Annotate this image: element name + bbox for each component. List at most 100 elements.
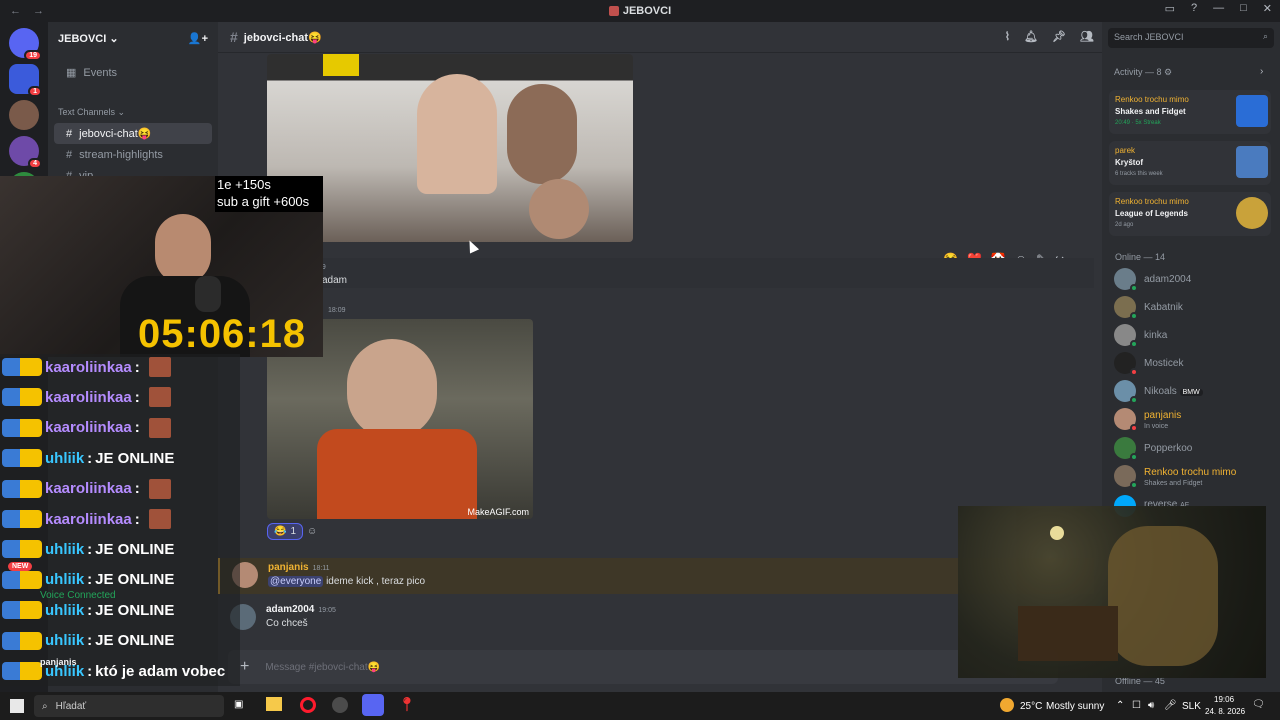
game-thumbnail <box>1236 197 1268 229</box>
channel-stream-highlights[interactable]: # stream-highlights <box>54 145 212 165</box>
mic-icon[interactable]: 🎤︎ <box>1164 700 1177 711</box>
volume-icon[interactable]: 🔊︎ <box>1148 700 1154 711</box>
bell-icon[interactable]: 🔔︎ <box>1024 30 1038 43</box>
activity-name: Shakes and Fidget <box>1115 107 1186 116</box>
close-button[interactable]: ✕ <box>1263 2 1272 15</box>
reaction-chip[interactable]: 😂 1 <box>267 523 304 540</box>
mention-everyone[interactable]: @everyone <box>268 576 324 587</box>
user-panel-name: panjanis <box>40 657 77 667</box>
plus-icon[interactable]: + <box>240 658 249 676</box>
taskbar-search[interactable]: ⌕ Hľadať <box>34 695 224 717</box>
microphone-icon <box>195 276 221 312</box>
pin-icon[interactable]: 📌︎ <box>1052 30 1066 43</box>
clock-date[interactable]: 24. 8. 2026 <box>1205 707 1245 716</box>
chat-username: kaaroliinkaa <box>45 510 132 528</box>
category-text-channels[interactable]: Text Channels ⌄ <box>48 93 218 122</box>
chat-emote-icon <box>148 387 171 408</box>
member-item[interactable]: adam2004 <box>1114 268 1274 292</box>
events-item[interactable]: ▦ Events <box>54 62 212 83</box>
inbox-icon[interactable]: ▭ <box>1165 2 1175 15</box>
badge: 1 <box>28 86 42 97</box>
help-icon[interactable]: ? <box>1191 2 1197 15</box>
search-input[interactable]: Search JEBOVCI ⌕ <box>1108 28 1274 48</box>
chat-separator: : <box>87 449 93 467</box>
message-composer[interactable]: + Message #jebovci-chat😝 <box>228 650 1058 684</box>
taskbar: ⌕ Hľadať ▣ 📍︎ 25°C Mostly sunny ⌃ ☐ 🔊︎ 🎤… <box>0 692 1280 720</box>
message-input[interactable]: Message #jebovci-chat😝 <box>265 662 380 673</box>
member-tag: BMW <box>1179 389 1203 396</box>
hash-icon: # <box>66 149 73 161</box>
house-figure <box>1018 606 1118 661</box>
message-text: Co chceš <box>266 618 308 629</box>
members-icon[interactable]: 👥︎ <box>1080 30 1094 43</box>
timestamp: 18:09 <box>328 307 346 314</box>
chat-separator: : <box>134 510 140 528</box>
activity-card[interactable]: Renkoo trochu mimo Shakes and Fidget 20:… <box>1109 90 1271 134</box>
stream-chat-line: uhliik: JE ONLINE <box>0 628 174 654</box>
voice-connected-label: Voice Connected <box>40 590 116 601</box>
language-indicator[interactable]: SLK <box>1182 701 1201 712</box>
chat-username: uhliik <box>45 632 85 650</box>
activity-card[interactable]: Renkoo trochu mimo League of Legends 2d … <box>1109 192 1271 236</box>
message-author[interactable]: panjanis 18:11 <box>268 562 330 573</box>
chat-badges-icon <box>2 388 42 407</box>
chat-emote-icon <box>148 357 171 377</box>
server-logo-icon <box>608 6 619 17</box>
clock-time[interactable]: 19:06 <box>1214 695 1234 704</box>
member-item[interactable]: Popperkoo <box>1114 437 1274 461</box>
add-reaction-icon[interactable]: ☺ <box>307 526 317 537</box>
status-dot <box>1130 368 1138 376</box>
weather-temp[interactable]: 25°C <box>1020 701 1042 712</box>
guild-header[interactable]: JEBOVCI ⌄ 👤+ <box>48 22 218 54</box>
chevron-right-icon[interactable]: › <box>1260 66 1263 77</box>
album-thumbnail <box>1236 146 1268 178</box>
gif-watermark: MakeAGIF.com <box>467 507 529 517</box>
channel-title: jebovci-chat😝 <box>243 31 322 44</box>
chat-username: uhliik <box>45 571 85 589</box>
maximize-button[interactable]: □ <box>1240 2 1247 15</box>
discord-icon[interactable] <box>362 694 384 716</box>
message-author[interactable]: adam2004 19:05 <box>266 604 336 615</box>
member-item[interactable]: Renkoo trochu mimo Shakes and Fidget <box>1114 465 1274 489</box>
member-item[interactable]: panjanis In voice <box>1114 408 1274 432</box>
chat-badges-icon <box>2 540 42 559</box>
chat-badges-icon <box>2 662 42 680</box>
chat-separator: : <box>134 388 140 406</box>
chat-message: JE ONLINE <box>95 449 175 467</box>
server-icon-home[interactable]: 19 <box>9 28 42 61</box>
opera-icon[interactable] <box>300 697 316 713</box>
calendar-icon: ▦ <box>66 67 77 79</box>
member-item[interactable]: Mosticek <box>1114 352 1274 376</box>
member-item[interactable]: Kabatnik <box>1114 296 1274 320</box>
notification-icon[interactable]: 🗨︎ <box>1252 699 1265 710</box>
minimize-button[interactable]: — <box>1213 2 1224 15</box>
gear-icon[interactable]: ⚙ <box>1164 67 1172 77</box>
subathon-timer: 05:06:18 <box>138 312 307 356</box>
chat-separator: : <box>87 540 93 558</box>
sign-icon <box>323 54 359 76</box>
activity-card[interactable]: parek Kryštof 6 tracks this week <box>1109 141 1271 185</box>
tray-chevron-icon[interactable]: ⌃ <box>1116 700 1124 711</box>
maps-icon[interactable]: 📍︎ <box>398 696 416 713</box>
member-name: Mosticek <box>1144 358 1184 369</box>
server-icon[interactable]: 4 <box>9 136 42 169</box>
activity-user: Renkoo trochu mimo <box>1115 95 1189 104</box>
channel-jebovci-chat[interactable]: # jebovci-chat😝 <box>54 123 212 144</box>
stream-chat-line: kaaroliinkaa: <box>0 506 171 532</box>
weather-text[interactable]: Mostly sunny <box>1046 701 1104 712</box>
task-view-icon[interactable]: ▣ <box>234 699 243 710</box>
windows-start-icon[interactable] <box>10 699 24 713</box>
steam-icon[interactable] <box>332 697 348 713</box>
invite-icon[interactable]: 👤+ <box>188 32 208 45</box>
member-item[interactable]: kinka <box>1114 324 1274 348</box>
member-item[interactable]: Nikoals BMW <box>1114 380 1274 404</box>
activity-name: Kryštof <box>1115 158 1144 167</box>
server-icon[interactable] <box>9 100 39 130</box>
file-explorer-icon[interactable] <box>266 697 282 711</box>
chat-username: kaaroliinkaa <box>45 419 132 437</box>
reaction-count: 1 <box>290 526 297 537</box>
network-icon[interactable]: ☐ <box>1132 700 1141 711</box>
threads-icon[interactable]: ⌇ <box>1005 30 1010 43</box>
chat-separator: : <box>134 480 140 498</box>
server-icon[interactable]: 1 <box>9 64 42 97</box>
